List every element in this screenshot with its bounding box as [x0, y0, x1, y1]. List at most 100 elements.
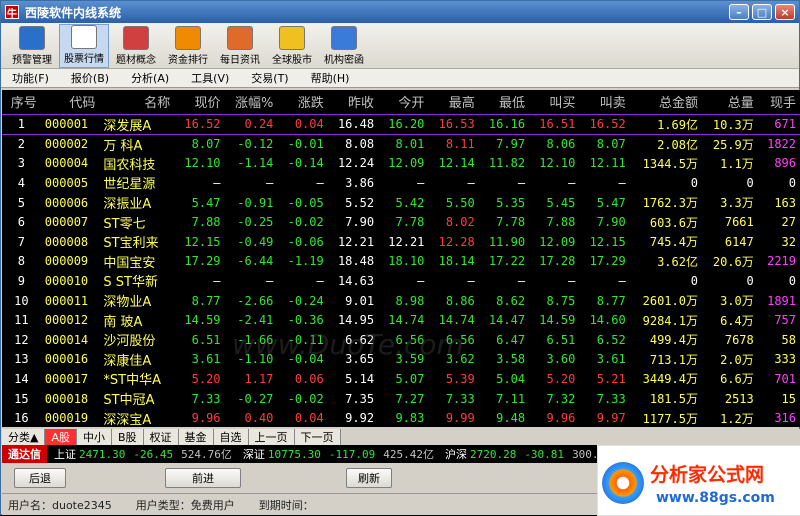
cell-low: 8.62: [496, 293, 526, 308]
column-header[interactable]: 代码: [41, 90, 100, 114]
title-bar: 牛 西陵软件内线系统 – □ ×: [1, 1, 799, 23]
cell-amt: 3.62亿: [657, 254, 698, 269]
close-button[interactable]: ×: [775, 4, 795, 20]
column-header[interactable]: 涨幅%: [225, 90, 278, 114]
column-header[interactable]: 名称: [99, 90, 174, 114]
cell-ask: 5.47: [596, 195, 626, 210]
table-row[interactable]: 7 000008 ST宝利来 12.15 -0.49 -0.06 12.21 12.21 12.…: [2, 232, 800, 252]
column-header[interactable]: 叫卖: [579, 90, 629, 114]
table-row[interactable]: 9 000010 S ST华新 — — — 14.63 — — — — — 0 0 0: [2, 271, 800, 291]
table-row[interactable]: 14 000017 *ST中华A 5.20 1.17 0.06 5.14 5.07 5.39 5.…: [2, 369, 800, 389]
stock-name: ST宝利来: [103, 236, 159, 252]
tab-3[interactable]: B股: [112, 429, 144, 445]
toolbar-rss[interactable]: 资金排行: [163, 26, 213, 68]
rss-icon: [175, 26, 201, 50]
table-row[interactable]: 8 000009 中国宝安 17.29 -6.44 -1.19 18.48 18.10 18.1…: [2, 252, 800, 272]
tab-6[interactable]: 自选: [213, 429, 249, 445]
menu-item[interactable]: 功能(F): [1, 70, 60, 86]
table-row[interactable]: 5 000006 深振业A 5.47 -0.91 -0.05 5.52 5.42 5.50 5.3…: [2, 193, 800, 213]
cell-ask: 7.33: [596, 391, 626, 406]
column-header[interactable]: 总金额: [630, 90, 702, 114]
column-header[interactable]: 序号: [2, 90, 41, 114]
cell-high: 18.14: [438, 254, 475, 269]
cell-hand: 1822: [767, 137, 796, 152]
column-header[interactable]: 现手: [758, 90, 800, 114]
stock-name: 沙河股份: [103, 334, 156, 350]
tab-2[interactable]: 中小: [77, 429, 112, 445]
cell-ask: 12.15: [589, 234, 626, 249]
cell-prev: 12.24: [337, 156, 375, 171]
table-row[interactable]: 4 000005 世纪星源 — — — 3.86 — — — — — 0 0 0: [2, 173, 800, 193]
menu-item[interactable]: 交易(T): [240, 70, 299, 86]
column-header[interactable]: 昨收: [328, 90, 378, 114]
column-header[interactable]: 涨跌: [277, 90, 327, 114]
cell-high: 12.28: [438, 234, 475, 249]
cell-bid: 7.32: [546, 391, 576, 406]
refresh-button[interactable]: 刷新: [346, 468, 392, 488]
cell-ask: 8.07: [596, 137, 626, 152]
stock-code: 000004: [44, 156, 89, 171]
cell-amt: 745.4万: [649, 235, 698, 250]
column-header[interactable]: 最低: [479, 90, 529, 114]
minimize-button[interactable]: –: [729, 4, 749, 20]
tab-4[interactable]: 权证: [143, 429, 179, 445]
cell-open: 8.01: [395, 137, 425, 152]
tab-5[interactable]: 基金: [178, 429, 214, 445]
forward-button[interactable]: 前进: [165, 468, 241, 488]
stock-code: 000018: [44, 391, 89, 406]
table-row[interactable]: 16 000019 深深宝A 9.96 0.40 0.04 9.92 9.83 9.99 9.48…: [2, 408, 800, 427]
column-header[interactable]: 最高: [428, 90, 478, 114]
column-header[interactable]: 现价: [174, 90, 224, 114]
cell-pct: -6.44: [237, 254, 274, 269]
toolbar-network[interactable]: 机构密函: [319, 26, 369, 68]
cell-price: 14.59: [184, 313, 221, 328]
menu-item[interactable]: 工具(V): [180, 70, 240, 86]
row-number: 15: [14, 391, 29, 406]
column-header[interactable]: 叫买: [529, 90, 579, 114]
toolbar-book[interactable]: 题材概念: [111, 26, 161, 68]
table-row[interactable]: 3 000004 国农科技 12.10 -1.14 -0.14 12.24 12.09 12.1…: [2, 154, 800, 174]
cell-open: 8.98: [395, 293, 425, 308]
cell-bid: 14.59: [539, 313, 576, 328]
stock-code: 000002: [44, 137, 89, 152]
cell-prev: 14.95: [337, 313, 375, 328]
cell-prev: 12.21: [337, 234, 375, 249]
back-button[interactable]: 后退: [14, 468, 66, 488]
toolbar-person[interactable]: 每日资讯: [215, 26, 265, 68]
table-row[interactable]: 15 000018 ST中冠A 7.33 -0.27 -0.02 7.35 7.27 7.33 7…: [2, 389, 800, 409]
stock-code: 000014: [44, 332, 89, 347]
tab-7[interactable]: 上一页: [248, 429, 295, 445]
index-change: -117.09: [328, 447, 376, 461]
row-number: 13: [14, 352, 29, 367]
table-row[interactable]: 2 000002 万 科A 8.07 -0.12 -0.01 8.08 8.01 8.11 7.9…: [2, 134, 800, 154]
tab-1[interactable]: A股: [45, 429, 77, 445]
tab-0[interactable]: 分类▲: [2, 429, 46, 445]
cell-price: 17.29: [184, 254, 221, 269]
cell-pct: -0.27: [237, 391, 274, 406]
table-row[interactable]: 1 000001 深发展A 16.52 0.24 0.04 16.48 16.20 16.53 1…: [2, 113, 800, 135]
menu-item[interactable]: 分析(A): [120, 70, 180, 86]
cell-vol: 1.1万: [720, 156, 754, 171]
table-row[interactable]: 10 000011 深物业A 8.77 -2.66 -0.24 9.01 8.98 8.86 8.…: [2, 291, 800, 311]
menu-item[interactable]: 报价(B): [60, 70, 120, 86]
index-change: -30.81: [524, 447, 565, 461]
toolbar-folder[interactable]: 全球股市: [267, 26, 317, 68]
cell-bid: 17.28: [539, 254, 576, 269]
cell-amt: 1344.5万: [642, 156, 698, 171]
table-row[interactable]: 6 000007 ST零七 7.88 -0.25 -0.02 7.90 7.78 8.02 7.7…: [2, 212, 800, 232]
column-header[interactable]: 今开: [378, 90, 428, 114]
cell-prev: 5.14: [345, 371, 375, 386]
toolbar-label: 每日资讯: [220, 55, 260, 66]
cell-low: 11.90: [488, 234, 526, 249]
cell-hand: 0: [788, 273, 796, 288]
tab-8[interactable]: 下一页: [294, 429, 341, 445]
cell-prev: 5.52: [345, 195, 375, 210]
table-row[interactable]: 11 000012 南 玻A 14.59 -2.41 -0.36 14.95 14.74 14.…: [2, 310, 800, 330]
menu-item[interactable]: 帮助(H): [300, 70, 361, 86]
cell-chg: -0.05: [287, 195, 324, 210]
column-header[interactable]: 总量: [702, 90, 758, 114]
toolbar-monitor[interactable]: 预警管理: [7, 26, 57, 68]
maximize-button[interactable]: □: [752, 4, 772, 20]
toolbar-document[interactable]: 股票行情: [59, 24, 109, 68]
row-number: 10: [14, 293, 29, 308]
